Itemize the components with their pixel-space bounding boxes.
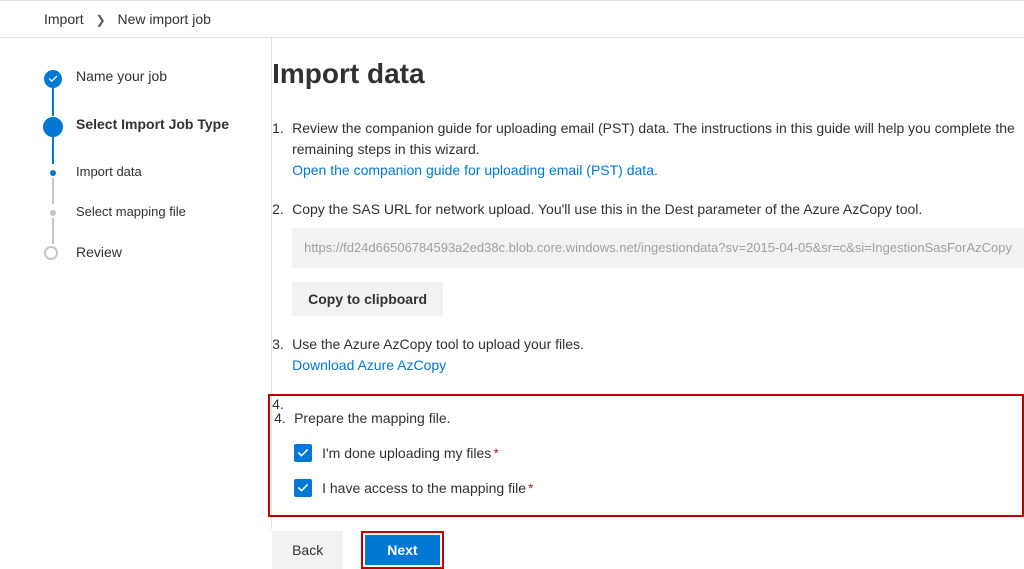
instruction-2: Copy the SAS URL for network upload. You… bbox=[272, 199, 1024, 316]
wizard-step-mapping-file[interactable]: Select mapping file bbox=[44, 204, 271, 244]
wizard-step-select-type[interactable]: Select Import Job Type bbox=[44, 116, 271, 164]
checkbox-done-uploading[interactable]: I'm done uploading my files * bbox=[294, 443, 1008, 464]
wizard-sidebar: Name your job Select Import Job Type Imp… bbox=[0, 38, 272, 529]
wizard-step-name-job[interactable]: Name your job bbox=[44, 68, 271, 116]
chevron-right-icon: ❯ bbox=[96, 13, 106, 27]
checkbox-have-mapping-file[interactable]: I have access to the mapping file * bbox=[294, 478, 1008, 499]
checkbox-checked-icon bbox=[294, 444, 312, 462]
instruction-1: Review the companion guide for uploading… bbox=[272, 118, 1024, 181]
instruction-4: 4. Prepare the mapping file. bbox=[274, 408, 1008, 429]
step-pending-icon bbox=[44, 246, 58, 260]
highlighted-next: Next bbox=[361, 531, 443, 569]
copy-to-clipboard-button[interactable]: Copy to clipboard bbox=[292, 282, 443, 316]
page-title: Import data bbox=[272, 58, 1024, 90]
instruction-3: Use the Azure AzCopy tool to upload your… bbox=[272, 334, 1024, 376]
breadcrumb-bar: Import ❯ New import job bbox=[0, 0, 1024, 38]
wizard-step-review[interactable]: Review bbox=[44, 244, 271, 292]
breadcrumb-current: New import job bbox=[118, 11, 211, 27]
back-button[interactable]: Back bbox=[272, 531, 343, 569]
breadcrumb-parent[interactable]: Import bbox=[44, 11, 84, 27]
wizard-step-import-data[interactable]: Import data bbox=[44, 164, 271, 204]
required-asterisk: * bbox=[528, 478, 533, 499]
step-current-icon bbox=[43, 117, 63, 137]
download-azcopy-link[interactable]: Download Azure AzCopy bbox=[292, 357, 446, 373]
companion-guide-link[interactable]: Open the companion guide for uploading e… bbox=[292, 162, 658, 178]
step-sub-dot-icon bbox=[50, 210, 56, 216]
required-asterisk: * bbox=[493, 443, 498, 464]
step-sub-dot-icon bbox=[50, 170, 56, 176]
checkmark-icon bbox=[44, 70, 62, 88]
sas-url-field[interactable]: https://fd24d66506784593a2ed38c.blob.cor… bbox=[292, 228, 1024, 268]
next-button[interactable]: Next bbox=[365, 535, 439, 565]
highlighted-section: 4. Prepare the mapping file. I'm done up… bbox=[268, 394, 1024, 517]
main-content: Import data Review the companion guide f… bbox=[272, 38, 1024, 529]
checkbox-checked-icon bbox=[294, 479, 312, 497]
